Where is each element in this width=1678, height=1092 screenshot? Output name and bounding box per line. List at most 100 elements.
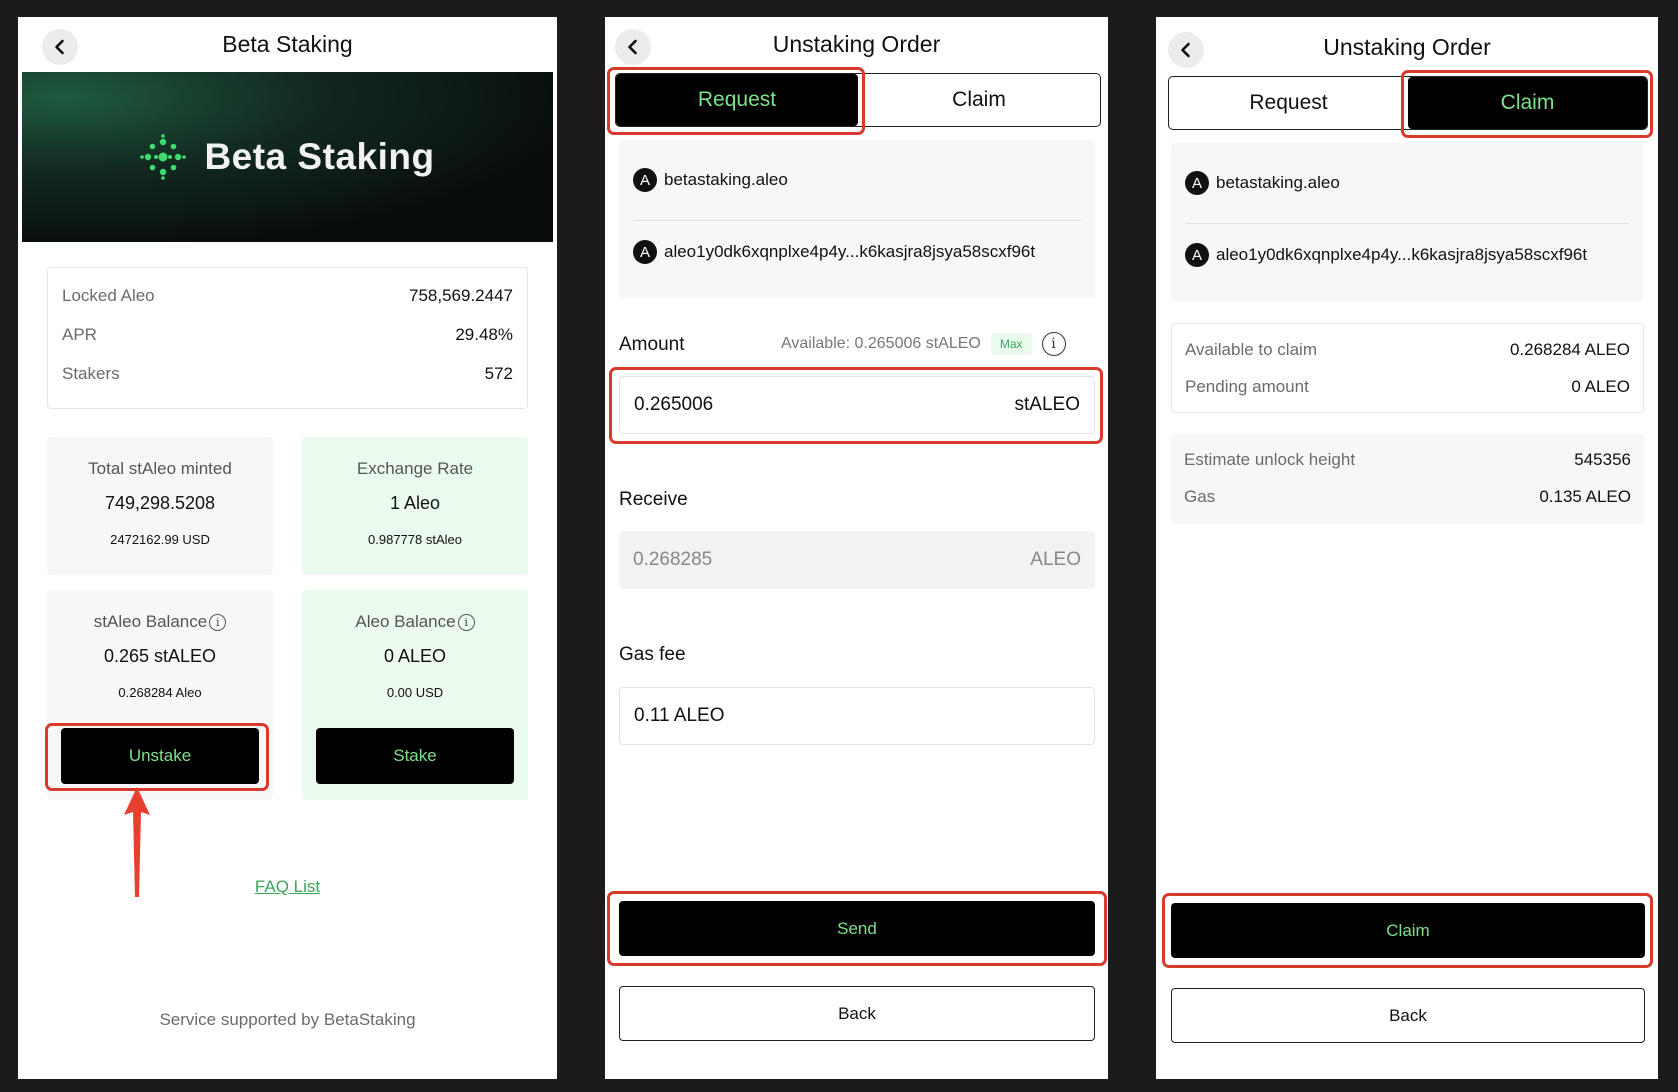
staking-stats: Locked Aleo 758,569.2447 APR 29.48% Stak…: [47, 267, 528, 409]
card-value: 1 Aleo: [389, 493, 441, 513]
divider: [633, 220, 1081, 221]
stat-row: Locked Aleo 758,569.2447: [62, 286, 513, 306]
banner-title: Beta Staking: [204, 136, 435, 177]
max-button[interactable]: Max: [990, 333, 1032, 355]
aleo-avatar-icon: A: [633, 168, 657, 192]
stat-label: APR: [62, 325, 97, 344]
request-panel: Unstaking Order Request Claim A betastak…: [605, 17, 1108, 1079]
account-name-row: A betastaking.aleo: [633, 168, 1081, 192]
unlock-info-box: Estimate unlock height 545356 Gas 0.135 …: [1171, 434, 1644, 524]
unlock-info-row: Estimate unlock height 545356: [1184, 450, 1631, 470]
available-text: Available: 0.265006 stALEO: [781, 335, 981, 352]
highlight-request-tab: [607, 67, 865, 135]
stat-row: Stakers 572: [62, 364, 513, 384]
amount-label: Amount: [619, 334, 685, 355]
stat-row: APR 29.48%: [62, 325, 513, 345]
account-box: A betastaking.aleo A aleo1y0dk6xqnplxe4p…: [619, 140, 1095, 298]
staking-header: Beta Staking: [18, 25, 557, 65]
gas-fee-value: 0.11 ALEO: [634, 705, 725, 726]
gas-fee-label: Gas fee: [619, 644, 686, 665]
account-address: aleo1y0dk6xqnplxe4p4y...k6kasjra8jsya58s…: [664, 242, 1036, 261]
card-title: Aleo Balance i: [302, 612, 528, 632]
beta-staking-logo-icon: [140, 134, 187, 180]
page-title: Beta Staking: [222, 31, 353, 57]
chevron-left-icon: [1181, 42, 1190, 58]
exchange-rate-card: Exchange Rate 1 Aleo 0.987778 stAleo: [302, 437, 528, 575]
total-minted-card: Total stAleo minted 749,298.5208 2472162…: [47, 437, 273, 575]
claim-header: Unstaking Order: [1156, 28, 1658, 68]
receive-unit: ALEO: [1030, 549, 1081, 570]
stat-value: 758,569.2447: [409, 286, 513, 305]
highlight-claim: [1162, 893, 1653, 968]
stat-label: Locked Aleo: [62, 286, 155, 305]
card-sub: 2472162.99 USD: [110, 532, 210, 547]
highlight-claim-tab: [1401, 70, 1653, 138]
claim-panel: Unstaking Order Request Claim A betastak…: [1156, 17, 1658, 1079]
unlock-info-row: Gas 0.135 ALEO: [1184, 487, 1631, 507]
account-name: betastaking.aleo: [664, 170, 788, 189]
info-icon[interactable]: i: [209, 614, 227, 631]
receive-field: 0.268285 ALEO: [619, 531, 1095, 589]
page-title: Unstaking Order: [1323, 34, 1491, 60]
stake-button[interactable]: Stake: [316, 728, 514, 784]
gas-fee-field: 0.11 ALEO: [619, 687, 1095, 745]
account-address-row: A aleo1y0dk6xqnplxe4p4y...k6kasjra8jsya5…: [633, 240, 1081, 264]
highlight-unstake: [45, 723, 269, 791]
back-button[interactable]: [615, 29, 651, 65]
staking-panel: Beta Staking Beta Staking Locked Aleo 75…: [18, 17, 557, 1079]
card-title-text: Aleo Balance: [355, 612, 456, 631]
claim-info-row: Pending amount 0 ALEO: [1185, 377, 1630, 397]
info-value: 0.135 ALEO: [1539, 487, 1631, 506]
account-box: A betastaking.aleo A aleo1y0dk6xqnplxe4p…: [1171, 143, 1643, 301]
info-value: 0 ALEO: [1571, 377, 1630, 396]
chevron-left-icon: [55, 39, 64, 55]
info-icon[interactable]: i: [457, 614, 475, 631]
page-title: Unstaking Order: [772, 31, 941, 57]
card-title: Exchange Rate: [356, 459, 474, 478]
highlight-send: [607, 891, 1107, 966]
aleo-avatar-icon: A: [1185, 243, 1209, 267]
claim-info-box: Available to claim 0.268284 ALEO Pending…: [1171, 323, 1644, 413]
receive-value: 0.268285: [633, 549, 713, 570]
info-icon[interactable]: i: [1041, 332, 1066, 356]
aleo-avatar-icon: A: [633, 240, 657, 264]
highlight-amount: [609, 367, 1103, 444]
card-sub: 0.987778 stAleo: [368, 532, 462, 547]
info-value: 0.268284 ALEO: [1509, 340, 1630, 359]
faq-link[interactable]: FAQ List: [18, 877, 557, 897]
info-value: 545356: [1574, 450, 1631, 469]
receive-label: Receive: [619, 489, 688, 510]
stat-value: 572: [484, 364, 513, 383]
chevron-left-icon: [628, 39, 637, 55]
info-label: Available to claim: [1185, 340, 1317, 359]
account-address: aleo1y0dk6xqnplxe4p4y...k6kasjra8jsya58s…: [1216, 245, 1588, 264]
stat-label: Stakers: [62, 364, 120, 383]
back-button[interactable]: [42, 29, 78, 65]
info-label: Pending amount: [1185, 377, 1309, 396]
claim-info-row: Available to claim 0.268284 ALEO: [1185, 340, 1630, 360]
info-label: Gas: [1184, 487, 1216, 506]
card-title-text: stAleo Balance: [93, 612, 208, 631]
tab-request[interactable]: Request: [1169, 77, 1408, 129]
card-sub: 0.268284 Aleo: [118, 685, 202, 700]
staking-banner: Beta Staking: [22, 72, 553, 242]
aleo-avatar-icon: A: [1185, 171, 1209, 195]
back-action-button[interactable]: Back: [619, 986, 1095, 1041]
back-action-button[interactable]: Back: [1171, 988, 1645, 1043]
card-title: stAleo Balance i: [47, 612, 273, 632]
card-value: 0 ALEO: [383, 646, 447, 666]
card-value: 0.265 stALEO: [103, 646, 217, 666]
footer-text: Service supported by BetaStaking: [159, 1010, 416, 1029]
available-row: Available: 0.265006 stALEO Max i: [781, 332, 1066, 356]
card-value: 749,298.5208: [104, 493, 216, 513]
account-address-row: A aleo1y0dk6xqnplxe4p4y...k6kasjra8jsya5…: [1185, 243, 1629, 267]
request-header: Unstaking Order: [605, 25, 1108, 65]
tab-claim[interactable]: Claim: [858, 74, 1100, 126]
back-button[interactable]: [1168, 32, 1204, 68]
info-label: Estimate unlock height: [1184, 450, 1356, 469]
card-title: Total stAleo minted: [88, 459, 232, 478]
account-name-row: A betastaking.aleo: [1185, 171, 1629, 195]
divider: [1185, 223, 1629, 224]
card-sub: 0.00 USD: [386, 685, 444, 700]
stat-value: 29.48%: [455, 325, 513, 344]
